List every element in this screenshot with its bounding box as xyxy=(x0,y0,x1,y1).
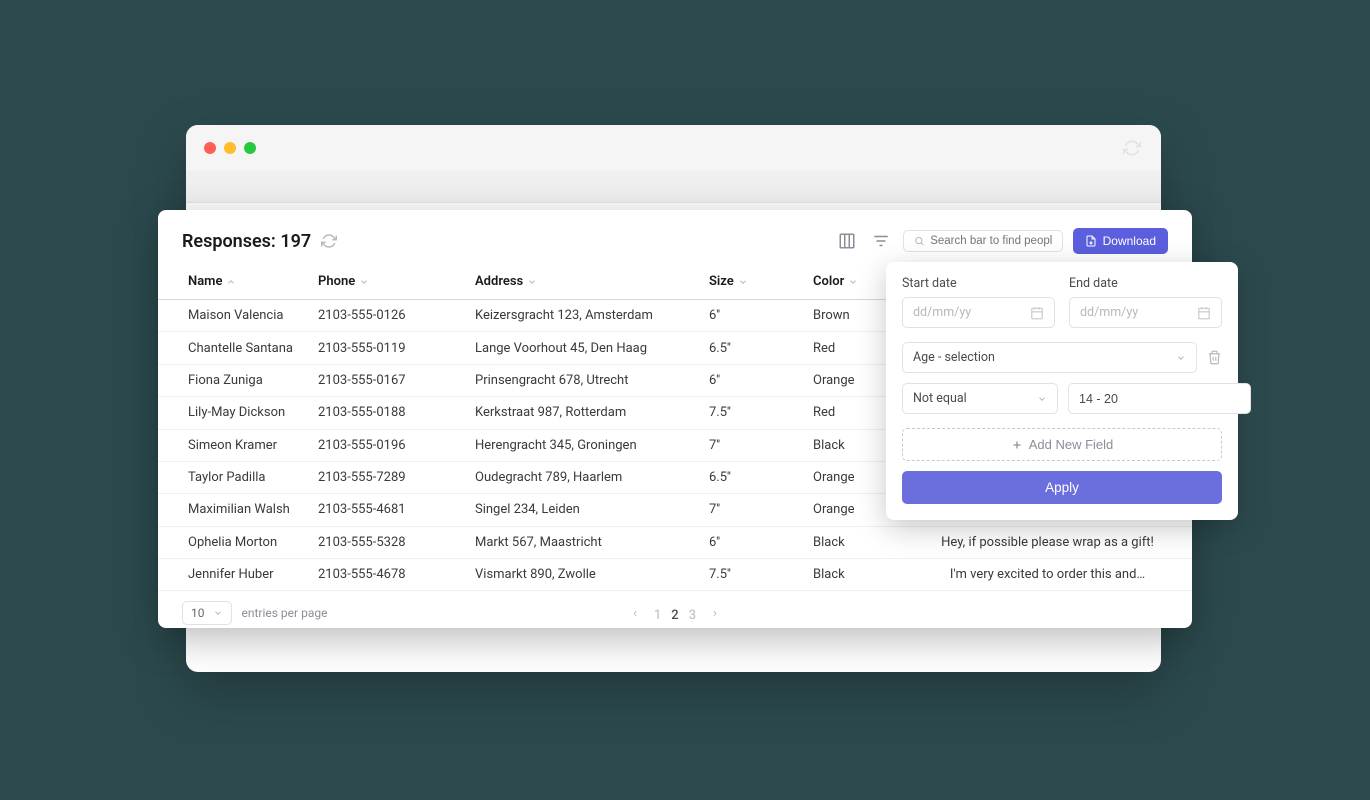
page-3[interactable]: 3 xyxy=(689,608,696,623)
cell-address: Keizersgracht 123, Amsterdam xyxy=(465,300,699,332)
cell-phone: 2103-555-0188 xyxy=(308,397,465,429)
columns-button[interactable] xyxy=(835,229,859,253)
cell-phone: 2103-555-7289 xyxy=(308,461,465,493)
sort-asc-icon xyxy=(226,277,236,287)
cell-name: Simeon Kramer xyxy=(158,429,308,461)
cell-address: Markt 567, Maastricht xyxy=(465,526,699,558)
filter-field-select[interactable]: Age - selection xyxy=(902,342,1197,373)
cell-size: 6'' xyxy=(699,300,803,332)
sort-icon xyxy=(738,277,748,287)
cell-size: 6'' xyxy=(699,364,803,396)
cell-name: Jennifer Huber xyxy=(158,559,308,591)
table-row[interactable]: Ophelia Morton2103-555-5328Markt 567, Ma… xyxy=(158,526,1192,558)
cell-name: Chantelle Santana xyxy=(158,332,308,364)
end-date-label: End date xyxy=(1069,276,1222,291)
chevron-down-icon xyxy=(213,608,223,618)
filter-popover: Start date dd/mm/yy End date dd/mm/yy Ag… xyxy=(886,262,1238,520)
column-header-size[interactable]: Size xyxy=(699,266,803,300)
page-1[interactable]: 1 xyxy=(654,608,661,623)
close-window-button[interactable] xyxy=(204,142,216,154)
browser-tabbar xyxy=(186,171,1161,203)
cell-color: Black xyxy=(803,526,903,558)
cell-color: Black xyxy=(803,559,903,591)
filter-button[interactable] xyxy=(869,229,893,253)
calendar-icon xyxy=(1197,306,1211,320)
download-icon xyxy=(1085,235,1097,247)
cell-address: Herengracht 345, Groningen xyxy=(465,429,699,461)
cell-phone: 2103-555-0167 xyxy=(308,364,465,396)
cell-address: Oudegracht 789, Haarlem xyxy=(465,461,699,493)
entries-per-page-select[interactable]: 10 xyxy=(182,601,232,625)
cell-size: 7'' xyxy=(699,494,803,526)
cell-phone: 2103-555-0126 xyxy=(308,300,465,332)
search-box[interactable] xyxy=(903,230,1063,252)
cell-size: 6'' xyxy=(699,526,803,558)
start-date-input[interactable]: dd/mm/yy xyxy=(902,297,1055,328)
calendar-icon xyxy=(1030,306,1044,320)
end-date-input[interactable]: dd/mm/yy xyxy=(1069,297,1222,328)
cell-size: 7'' xyxy=(699,429,803,461)
refresh-icon[interactable] xyxy=(1123,139,1141,157)
cell-address: Kerkstraat 987, Rotterdam xyxy=(465,397,699,429)
refresh-icon[interactable] xyxy=(321,233,337,249)
column-header-phone[interactable]: Phone xyxy=(308,266,465,300)
traffic-lights xyxy=(204,142,256,154)
search-icon xyxy=(914,235,925,247)
panel-title: Responses: 197 xyxy=(182,231,311,252)
download-label: Download xyxy=(1103,234,1156,248)
cell-address: Lange Voorhout 45, Den Haag xyxy=(465,332,699,364)
plus-icon xyxy=(1011,439,1023,451)
column-header-address[interactable]: Address xyxy=(465,266,699,300)
cell-size: 7.5'' xyxy=(699,397,803,429)
cell-name: Maison Valencia xyxy=(158,300,308,332)
panel-header: Responses: 197 Download xyxy=(158,210,1192,266)
filter-condition-select[interactable]: Not equal xyxy=(902,383,1058,414)
cell-address: Prinsengracht 678, Utrecht xyxy=(465,364,699,396)
cell-name: Lily-May Dickson xyxy=(158,397,308,429)
cell-phone: 2103-555-0119 xyxy=(308,332,465,364)
start-date-label: Start date xyxy=(902,276,1055,291)
trash-icon[interactable] xyxy=(1207,350,1222,365)
add-field-button[interactable]: Add New Field xyxy=(902,428,1222,461)
search-input[interactable] xyxy=(930,235,1051,247)
chevron-down-icon xyxy=(1176,353,1186,363)
table-row[interactable]: Jennifer Huber2103-555-4678Vismarkt 890,… xyxy=(158,559,1192,591)
cell-phone: 2103-555-0196 xyxy=(308,429,465,461)
page-prev[interactable]: ‹ xyxy=(633,606,637,621)
download-button[interactable]: Download xyxy=(1073,228,1168,254)
cell-phone: 2103-555-5328 xyxy=(308,526,465,558)
cell-size: 6.5'' xyxy=(699,332,803,364)
filter-value-input[interactable] xyxy=(1068,383,1251,414)
minimize-window-button[interactable] xyxy=(224,142,236,154)
cell-size: 7.5'' xyxy=(699,559,803,591)
apply-button[interactable]: Apply xyxy=(902,471,1222,504)
panel-footer: 10 entries per page ‹ 123 › xyxy=(158,591,1192,625)
column-header-name[interactable]: Name xyxy=(158,266,308,300)
sort-icon xyxy=(848,277,858,287)
cell-address: Vismarkt 890, Zwolle xyxy=(465,559,699,591)
cell-phone: 2103-555-4678 xyxy=(308,559,465,591)
cell-name: Maximilian Walsh xyxy=(158,494,308,526)
page-next[interactable]: › xyxy=(713,606,717,621)
cell-size: 6.5'' xyxy=(699,461,803,493)
cell-notes: Hey, if possible please wrap as a gift! xyxy=(903,526,1192,558)
cell-notes: I'm very excited to order this and… xyxy=(903,559,1192,591)
cell-name: Fiona Zuniga xyxy=(158,364,308,396)
sort-icon xyxy=(359,277,369,287)
browser-titlebar xyxy=(186,125,1161,171)
entries-label: entries per page xyxy=(242,606,328,620)
cell-name: Taylor Padilla xyxy=(158,461,308,493)
cell-phone: 2103-555-4681 xyxy=(308,494,465,526)
cell-address: Singel 234, Leiden xyxy=(465,494,699,526)
maximize-window-button[interactable] xyxy=(244,142,256,154)
pagination: ‹ 123 › xyxy=(633,604,717,623)
chevron-down-icon xyxy=(1037,394,1047,404)
page-2[interactable]: 2 xyxy=(671,608,678,623)
cell-name: Ophelia Morton xyxy=(158,526,308,558)
sort-icon xyxy=(527,277,537,287)
